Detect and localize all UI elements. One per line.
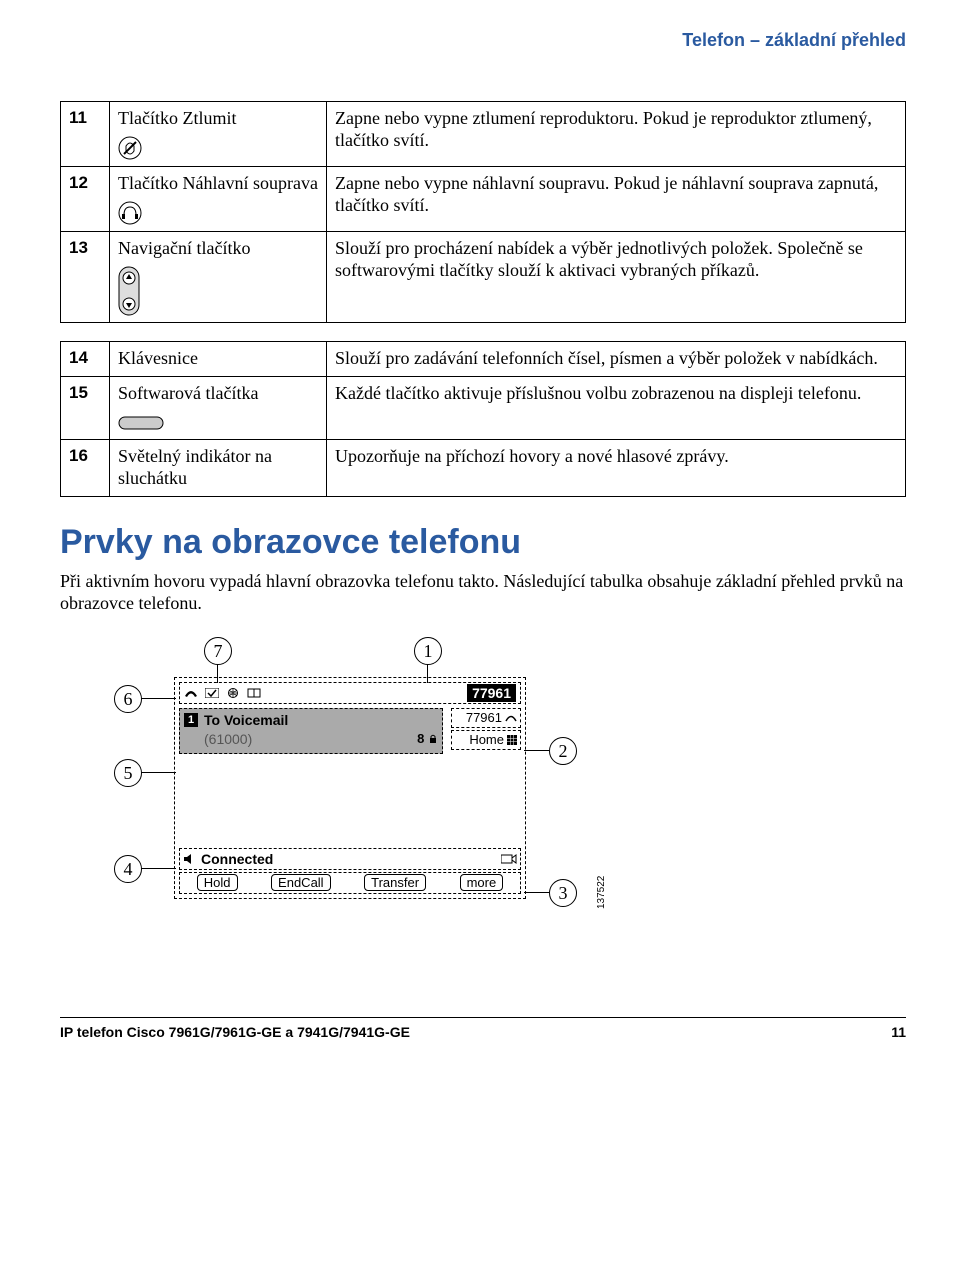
row-number: 12: [61, 166, 110, 231]
image-reference-id: 137522: [596, 875, 607, 908]
softkey-more: more: [460, 874, 504, 891]
callout-1: 1: [414, 637, 442, 665]
globe-icon: [226, 688, 240, 698]
active-call-row: 1 To Voicemail (61000) 8: [179, 708, 443, 754]
row-description: Upozorňuje na příchozí hovory a nové hla…: [327, 439, 906, 496]
page-footer: IP telefon Cisco 7961G/7961G-GE a 7941G/…: [60, 1017, 906, 1040]
callout-3: 3: [549, 879, 577, 907]
softkey-hold: Hold: [197, 874, 238, 891]
table-row: 16 Světelný indikátor na sluchátku Upozo…: [61, 439, 906, 496]
row-description: Zapne nebo vypne ztlumení reproduktoru. …: [327, 102, 906, 167]
softkey-row: Hold EndCall Transfer more: [179, 872, 521, 894]
call-subtitle: (61000): [204, 731, 252, 747]
row-number: 16: [61, 439, 110, 496]
footer-page-number: 11: [891, 1024, 906, 1040]
offhook-icon: [505, 713, 517, 723]
row-number: 13: [61, 231, 110, 322]
softkey-transfer: Transfer: [364, 874, 426, 891]
callout-5: 5: [114, 759, 142, 787]
line-key-2-label: Home: [469, 732, 504, 747]
phone-screen-diagram: 7 1 6 5 4 2 3 77961 1: [104, 637, 604, 957]
callout-7: 7: [204, 637, 232, 665]
row-label: Navigační tlačítko: [110, 231, 327, 322]
row-label: Tlačítko Náhlavní souprava: [110, 166, 327, 231]
description-table-2: 14 Klávesnice Slouží pro zadávání telefo…: [60, 341, 906, 497]
row-number: 15: [61, 376, 110, 439]
table-row: 12 Tlačítko Náhlavní souprava Zapne nebo…: [61, 166, 906, 231]
label-text: Tlačítko Náhlavní souprava: [118, 173, 318, 193]
lock-icon: [428, 734, 438, 744]
table-row: 14 Klávesnice Slouží pro zadávání telefo…: [61, 341, 906, 376]
row-description: Slouží pro zadávání telefonních čísel, p…: [327, 341, 906, 376]
check-icon: [205, 688, 219, 698]
row-label: Světelný indikátor na sluchátku: [110, 439, 327, 496]
row-label: Softwarová tlačítka: [110, 376, 327, 439]
call-right-number: 8: [417, 731, 424, 746]
description-table-1: 11 Tlačítko Ztlumit Zapne nebo vypne ztl…: [60, 101, 906, 323]
call-title: To Voicemail: [204, 712, 288, 728]
handset-status-icon: [184, 688, 198, 698]
status-row: Connected: [179, 848, 521, 870]
primary-extension: 77961: [467, 684, 516, 702]
footer-product-name: IP telefon Cisco 7961G/7961G-GE a 7941G/…: [60, 1024, 410, 1040]
screen-top-bar: 77961: [179, 682, 521, 704]
label-text: Navigační tlačítko: [118, 238, 250, 258]
row-number: 11: [61, 102, 110, 167]
line-keys-column: 77961 Home: [451, 708, 521, 752]
softkey-endcall: EndCall: [271, 874, 331, 891]
row-number: 14: [61, 341, 110, 376]
callout-2: 2: [549, 737, 577, 765]
callout-6: 6: [114, 685, 142, 713]
page-header: Telefon – základní přehled: [60, 30, 906, 51]
camera-icon: [501, 853, 517, 865]
section-title: Prvky na obrazovce telefonu: [60, 523, 906, 562]
status-text: Connected: [201, 851, 273, 867]
navigation-button-icon: [118, 266, 140, 316]
phone-screen: 77961 1 To Voicemail (61000) 8 77961 Hom…: [174, 677, 526, 899]
line-key-2: Home: [451, 730, 521, 750]
table-row: 11 Tlačítko Ztlumit Zapne nebo vypne ztl…: [61, 102, 906, 167]
row-label: Tlačítko Ztlumit: [110, 102, 327, 167]
line-key-1-label: 77961: [466, 710, 502, 725]
call-number-badge: 1: [184, 713, 198, 727]
label-text: Tlačítko Ztlumit: [118, 108, 236, 128]
table-row: 15 Softwarová tlačítka Každé tlačítko ak…: [61, 376, 906, 439]
row-description: Zapne nebo vypne náhlavní soupravu. Poku…: [327, 166, 906, 231]
book-icon: [247, 688, 261, 698]
line-key-1: 77961: [451, 708, 521, 728]
mute-icon: [118, 136, 142, 160]
keypad-icon: [507, 735, 517, 745]
headset-icon: [118, 201, 142, 225]
callout-4: 4: [114, 855, 142, 883]
row-label: Klávesnice: [110, 341, 327, 376]
row-description: Každé tlačítko aktivuje příslušnou volbu…: [327, 376, 906, 439]
label-text: Softwarová tlačítka: [118, 383, 258, 403]
section-intro: Při aktivním hovoru vypadá hlavní obrazo…: [60, 570, 906, 615]
row-description: Slouží pro procházení nabídek a výběr je…: [327, 231, 906, 322]
table-row: 13 Navigační tlačítko Slouží pro procház…: [61, 231, 906, 322]
speaker-icon: [183, 853, 197, 865]
softkey-button-icon: [118, 416, 164, 430]
